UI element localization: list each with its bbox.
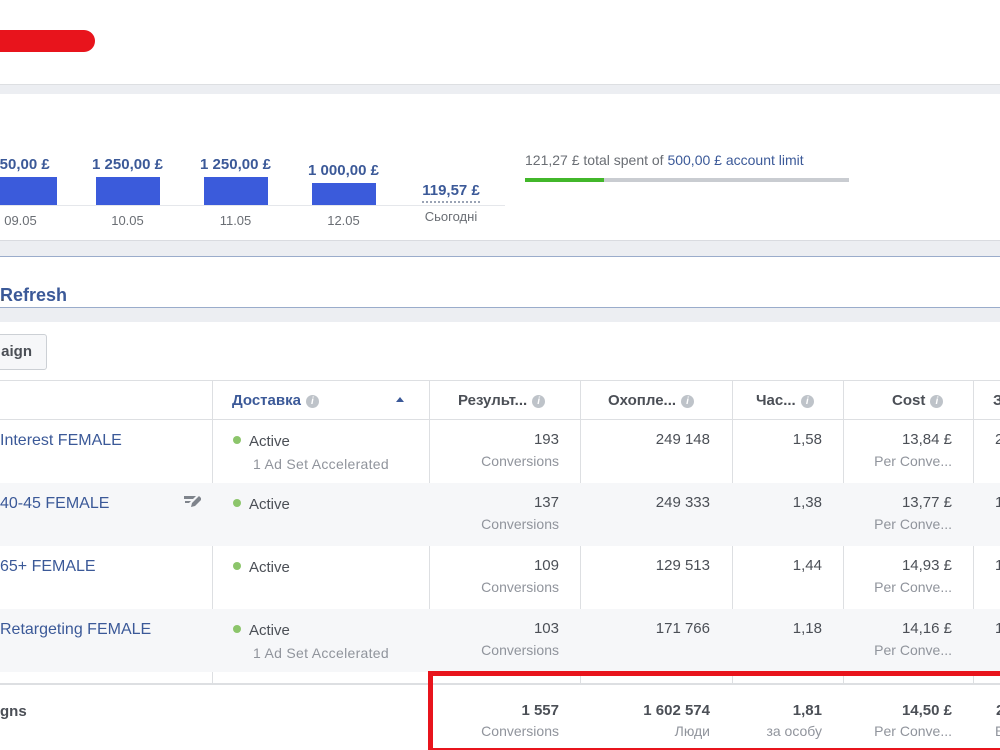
cost-cell: 14,16 £ Per Conve...	[874, 620, 952, 658]
campaigns-table: Доставка i Результ... i Охопле... i Час... i…	[0, 380, 1000, 750]
spend-bar	[203, 177, 268, 205]
spend-day-3[interactable]: 1 250,00 £ 11.05	[193, 156, 278, 228]
spend-date: 12.05	[327, 213, 360, 228]
active-dot-icon	[233, 625, 241, 633]
delivery-status: Active	[233, 559, 290, 577]
spend-bar	[311, 183, 376, 205]
cost-cell: 14,93 £ Per Conve...	[874, 557, 952, 595]
spend-day-2[interactable]: 1 250,00 £ 10.05	[85, 156, 170, 228]
active-dot-icon	[233, 562, 241, 570]
reach-cell: 171 766	[655, 620, 710, 637]
next-cell: 1	[995, 620, 1000, 637]
table-header: Доставка i Результ... i Охопле... i Час... i…	[0, 380, 1000, 420]
account-limit-text: 121,27 £ total spent of 500,00 £ account…	[525, 152, 804, 168]
redacted-account-name	[0, 30, 95, 52]
edit-icon[interactable]	[183, 495, 201, 509]
spend-day-today[interactable]: 119,57 £ Сьогодні	[412, 182, 490, 224]
table-row[interactable]: Retargeting FEMALE Active 1 Ad Set Accele…	[0, 609, 1000, 672]
header-divider	[0, 84, 1000, 94]
column-reach[interactable]: Охопле... i	[608, 381, 695, 421]
spend-amount-today: 119,57 £	[422, 182, 480, 203]
results-cell: 137 Conversions	[481, 494, 559, 532]
active-dot-icon	[233, 436, 241, 444]
toolbar: aign	[0, 322, 1000, 380]
next-cell: 1	[995, 494, 1000, 511]
spend-bar	[0, 177, 57, 205]
account-limit-progress-fill	[525, 178, 604, 182]
spend-date-today: Сьогодні	[424, 209, 478, 224]
reach-cell: 249 148	[655, 431, 710, 448]
info-icon[interactable]: i	[800, 395, 814, 408]
delivery-status: Active 1 Ad Set Accelerated	[233, 433, 389, 472]
spend-date: 09.05	[4, 213, 37, 228]
reach-cell: 129 513	[655, 557, 710, 574]
results-cell: 109 Conversions	[481, 557, 559, 595]
info-icon[interactable]: i	[305, 395, 319, 408]
info-icon[interactable]: i	[681, 395, 695, 408]
spend-amount: 1 000,00 £	[308, 162, 379, 179]
column-frequency[interactable]: Час... i	[756, 381, 814, 421]
info-icon[interactable]: i	[930, 395, 944, 408]
highlight-box	[428, 671, 1000, 750]
cost-cell: 13,84 £ Per Conve...	[874, 431, 952, 469]
reach-cell: 249 333	[655, 494, 710, 511]
results-cell: 193 Conversions	[481, 431, 559, 469]
account-limit: 121,27 £ total spent of 500,00 £ account…	[525, 152, 855, 182]
info-icon[interactable]: i	[532, 395, 546, 408]
totals-label: gns	[0, 703, 27, 720]
delivery-status: Active 1 Ad Set Accelerated	[233, 622, 389, 661]
column-results[interactable]: Результ... i	[458, 381, 546, 421]
create-campaign-button[interactable]: aign	[0, 334, 47, 370]
campaign-name[interactable]: 40-45 FEMALE	[0, 495, 109, 513]
spend-amount: 1 250,00 £	[200, 156, 271, 173]
frequency-cell: 1,44	[792, 557, 822, 574]
next-cell: 1	[995, 557, 1000, 574]
spend-bar	[95, 177, 160, 205]
frequency-cell: 1,58	[792, 431, 822, 448]
refresh-notice: : Refresh view.	[0, 256, 1000, 326]
table-row[interactable]: 40-45 FEMALE Active 137 Conversions 249 3…	[0, 483, 1000, 546]
table-row[interactable]: 65+ FEMALE Active 109 Conversions 129 513…	[0, 546, 1000, 609]
next-cell: 2	[995, 431, 1000, 448]
column-next[interactable]: З	[993, 381, 1000, 421]
spend-amount: 1 250,00 £	[92, 156, 163, 173]
frequency-cell: 1,18	[792, 620, 822, 637]
sort-ascending-icon[interactable]	[396, 397, 404, 402]
active-dot-icon	[233, 499, 241, 507]
column-cost[interactable]: Cost i	[892, 381, 944, 421]
frequency-cell: 1,38	[792, 494, 822, 511]
chart-baseline	[0, 205, 505, 206]
spend-day-4[interactable]: 1 000,00 £ 12.05	[301, 162, 386, 228]
campaign-name[interactable]: Interest FEMALE	[0, 432, 122, 450]
results-cell: 103 Conversions	[481, 620, 559, 658]
spend-date: 10.05	[111, 213, 144, 228]
column-delivery[interactable]: Доставка i	[232, 381, 319, 421]
table-row[interactable]: Interest FEMALE Active 1 Ad Set Accelerat…	[0, 420, 1000, 483]
cost-cell: 13,77 £ Per Conve...	[874, 494, 952, 532]
campaign-name[interactable]: 65+ FEMALE	[0, 558, 96, 576]
account-limit-progress	[525, 178, 849, 182]
spend-day-1[interactable]: 250,00 £ 09.05	[0, 156, 63, 228]
spend-amount: 250,00 £	[0, 156, 50, 173]
spend-date: 11.05	[219, 213, 252, 228]
campaign-name[interactable]: Retargeting FEMALE	[0, 621, 151, 639]
section-divider	[0, 308, 1000, 322]
delivery-status: Active	[233, 496, 290, 514]
